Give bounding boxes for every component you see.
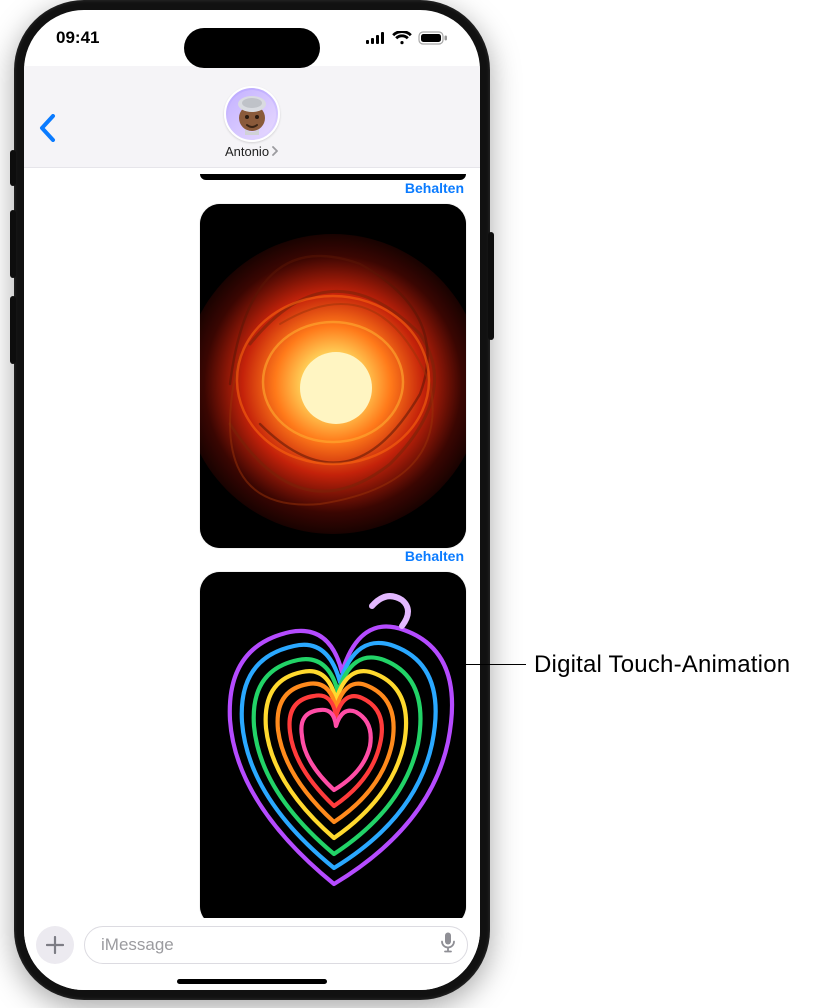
- screen: 09:41: [24, 10, 480, 990]
- wifi-icon: [392, 31, 412, 45]
- message-input[interactable]: iMessage: [84, 926, 468, 964]
- heart-sketch-animation: [200, 572, 466, 918]
- add-button[interactable]: [36, 926, 74, 964]
- back-button[interactable]: [38, 114, 56, 148]
- message-placeholder: iMessage: [101, 935, 174, 955]
- cellular-icon: [366, 32, 386, 44]
- message-row: Behalten: [38, 174, 466, 198]
- callout-label: Digital Touch-Animation: [534, 651, 790, 679]
- mute-switch: [10, 150, 16, 186]
- plus-icon: [46, 936, 64, 954]
- contact-name-label: Antonio: [225, 144, 269, 159]
- contact-name-button[interactable]: Antonio: [225, 144, 279, 159]
- volume-up-button: [10, 210, 16, 278]
- mic-icon: [441, 933, 455, 953]
- keep-button[interactable]: Behalten: [405, 180, 464, 196]
- digital-touch-message[interactable]: [200, 572, 466, 918]
- conversation[interactable]: Behalten: [24, 168, 480, 918]
- status-right: [366, 31, 448, 45]
- fireball-animation: [200, 204, 466, 548]
- dynamic-island: [184, 28, 320, 68]
- clock: 09:41: [56, 28, 99, 48]
- power-button: [488, 232, 494, 340]
- callout-leader-line: [452, 664, 526, 665]
- contact-avatar[interactable]: [224, 86, 280, 142]
- message-row: Behalten: [38, 204, 466, 566]
- dictate-button[interactable]: [441, 933, 455, 958]
- app-header: Antonio: [24, 66, 480, 168]
- chevron-right-icon: [271, 145, 279, 159]
- message-row: Behalten: [38, 572, 466, 918]
- digital-touch-message[interactable]: [200, 204, 466, 548]
- keep-button[interactable]: Behalten: [405, 548, 464, 564]
- home-indicator[interactable]: [177, 979, 327, 984]
- volume-down-button: [10, 296, 16, 364]
- iphone-frame: 09:41: [14, 0, 490, 1000]
- battery-icon: [418, 31, 448, 45]
